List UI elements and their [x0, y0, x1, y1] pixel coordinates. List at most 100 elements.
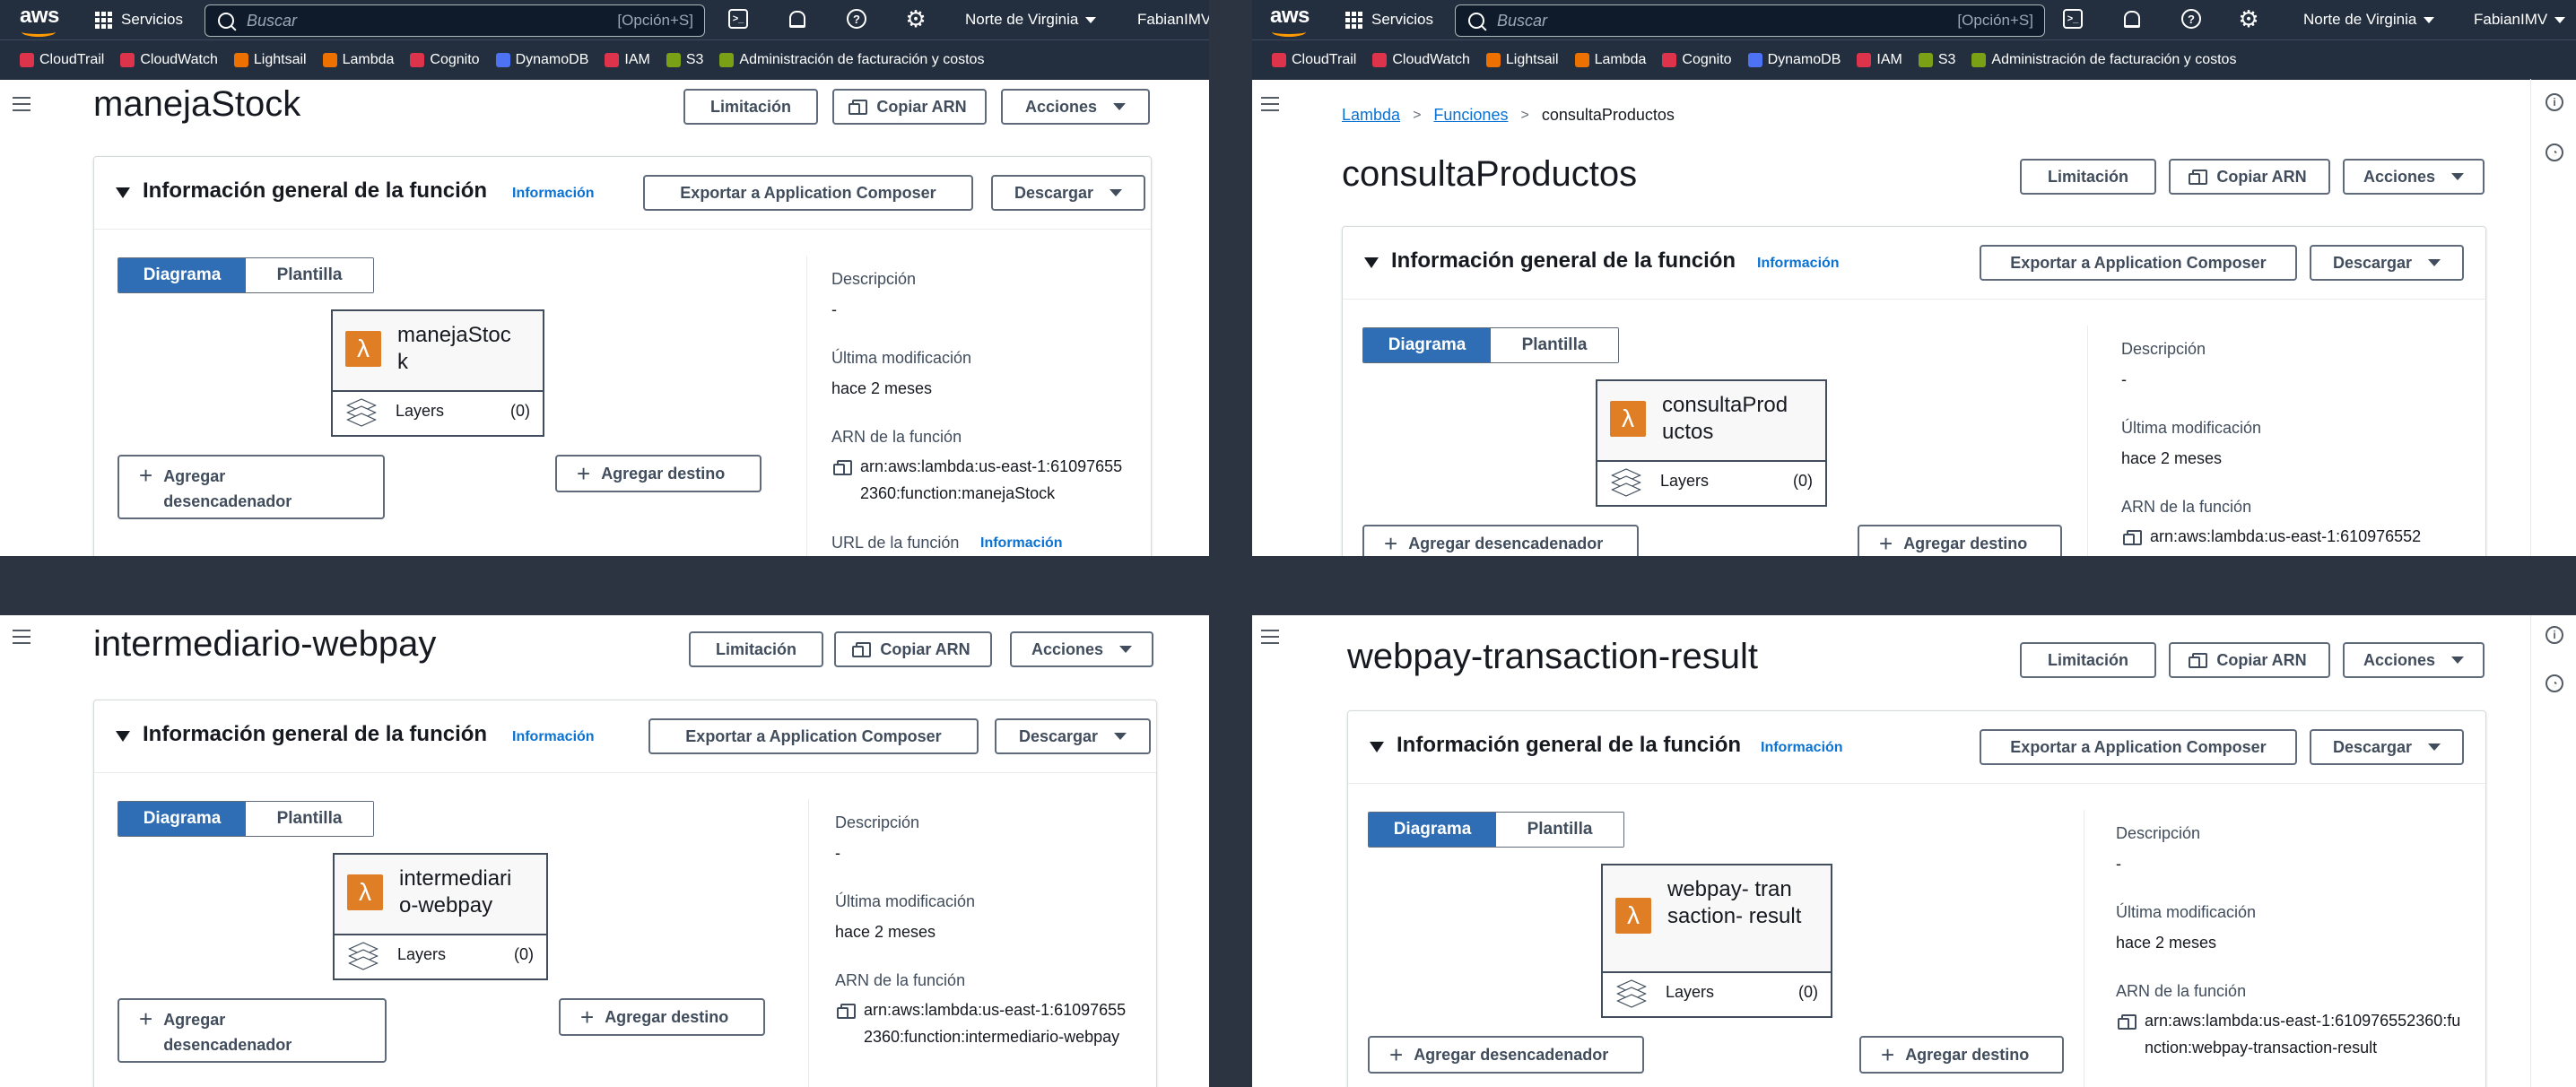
function-node[interactable]: λ intermediari o-webpay Layers (0)	[333, 853, 548, 980]
fav-s3[interactable]: S3	[666, 52, 703, 68]
tab-template[interactable]: Plantilla	[246, 258, 373, 292]
region-selector[interactable]: Norte de Virginia	[2303, 0, 2435, 39]
services-menu[interactable]: Servicios	[95, 0, 183, 39]
fav-cloudwatch[interactable]: CloudWatch	[120, 52, 218, 68]
fav-dynamodb[interactable]: DynamoDB	[1747, 52, 1841, 68]
user-menu[interactable]: FabianIMV	[1137, 0, 1209, 39]
layers-row[interactable]: Layers (0)	[1603, 968, 1831, 1016]
fav-lambda[interactable]: Lambda	[1574, 52, 1646, 68]
export-composer-button[interactable]: Exportar a Application Composer	[643, 175, 973, 211]
layers-row[interactable]: Layers (0)	[335, 930, 546, 978]
arn-value[interactable]: arn:aws:lambda:us-east-1:610976552360:fu…	[831, 453, 1127, 507]
fav-cloudtrail[interactable]: CloudTrail	[1272, 52, 1356, 68]
collapse-icon[interactable]	[1370, 742, 1384, 752]
download-button[interactable]: Descargar	[991, 175, 1145, 211]
collapse-icon[interactable]	[116, 731, 130, 742]
download-button[interactable]: Descargar	[2310, 245, 2464, 281]
add-destination-button[interactable]: + Agregar destino	[1859, 1036, 2064, 1074]
add-trigger-button[interactable]: + Agregar desencadenador	[117, 998, 387, 1063]
fav-iam[interactable]: IAM	[1857, 52, 1902, 68]
user-menu[interactable]: FabianIMV	[2474, 0, 2566, 39]
menu-icon[interactable]	[1261, 630, 1279, 644]
menu-icon[interactable]	[13, 97, 30, 111]
export-composer-button[interactable]: Exportar a Application Composer	[648, 718, 979, 754]
fav-dynamodb[interactable]: DynamoDB	[495, 52, 588, 68]
fav-cognito[interactable]: Cognito	[1662, 52, 1732, 68]
function-node[interactable]: λ manejaStoc k Layers (0)	[331, 309, 544, 437]
collapse-icon[interactable]	[116, 187, 130, 198]
breadcrumb-lambda[interactable]: Lambda	[1342, 106, 1400, 125]
copy-arn-button[interactable]: Copiar ARN	[834, 631, 992, 667]
fav-billing[interactable]: Administración de facturación y costos	[719, 52, 984, 68]
fav-cloudwatch[interactable]: CloudWatch	[1372, 52, 1470, 68]
collapse-icon[interactable]	[1364, 257, 1379, 268]
fav-iam[interactable]: IAM	[605, 52, 650, 68]
tab-template[interactable]: Plantilla	[246, 802, 373, 836]
info-link[interactable]: Información	[1761, 740, 1843, 756]
cloudshell-icon[interactable]: >_	[728, 9, 748, 29]
region-selector[interactable]: Norte de Virginia	[965, 0, 1097, 39]
export-composer-button[interactable]: Exportar a Application Composer	[1980, 729, 2297, 765]
add-trigger-button[interactable]: + Agregar desencadenador	[1362, 525, 1639, 556]
download-button[interactable]: Descargar	[2310, 729, 2464, 765]
copy-icon[interactable]	[2123, 530, 2142, 545]
download-button[interactable]: Descargar	[995, 718, 1151, 754]
aws-logo[interactable]: aws	[1270, 4, 1310, 37]
copy-icon[interactable]	[2118, 1014, 2137, 1030]
fav-cognito[interactable]: Cognito	[410, 52, 480, 68]
info-link[interactable]: Información	[980, 535, 1063, 552]
add-destination-button[interactable]: + Agregar destino	[1858, 525, 2062, 556]
help-icon[interactable]: ?	[2181, 9, 2201, 29]
fav-s3[interactable]: S3	[1918, 52, 1955, 68]
menu-icon[interactable]	[1261, 97, 1279, 111]
function-node[interactable]: λ consultaProd uctos Layers (0)	[1596, 379, 1827, 507]
fav-lambda[interactable]: Lambda	[322, 52, 394, 68]
tab-diagram[interactable]: Diagrama	[1369, 813, 1496, 847]
clock-icon[interactable]: ◔	[2546, 674, 2563, 692]
actions-button[interactable]: Acciones	[1010, 631, 1153, 667]
limit-button[interactable]: Limitación	[683, 89, 818, 125]
help-icon[interactable]: ?	[847, 9, 866, 29]
actions-button[interactable]: Acciones	[2343, 159, 2485, 195]
arn-value[interactable]: arn:aws:lambda:us-east-1:610976552360:fu…	[835, 996, 1131, 1050]
menu-icon[interactable]	[13, 630, 30, 644]
layers-row[interactable]: Layers (0)	[1597, 457, 1825, 505]
limit-button[interactable]: Limitación	[689, 631, 823, 667]
fav-lightsail[interactable]: Lightsail	[233, 52, 307, 68]
tab-template[interactable]: Plantilla	[1491, 328, 1618, 362]
fav-lightsail[interactable]: Lightsail	[1485, 52, 1559, 68]
info-icon[interactable]: i	[2546, 93, 2563, 111]
copy-arn-button[interactable]: Copiar ARN	[2169, 159, 2330, 195]
layers-row[interactable]: Layers (0)	[333, 387, 543, 435]
add-destination-button[interactable]: + Agregar destino	[555, 455, 761, 492]
cloudshell-icon[interactable]: >_	[2063, 9, 2083, 29]
breadcrumb-functions[interactable]: Funciones	[1433, 106, 1508, 125]
limit-button[interactable]: Limitación	[2020, 642, 2156, 678]
services-menu[interactable]: Servicios	[1345, 0, 1433, 39]
gear-icon[interactable]: ⚙	[905, 7, 926, 30]
tab-diagram[interactable]: Diagrama	[118, 802, 246, 836]
limit-button[interactable]: Limitación	[2020, 159, 2156, 195]
gear-icon[interactable]: ⚙	[2238, 7, 2258, 30]
copy-arn-button[interactable]: Copiar ARN	[2169, 642, 2330, 678]
bell-icon[interactable]	[788, 9, 807, 29]
copy-arn-button[interactable]: Copiar ARN	[832, 89, 987, 125]
add-trigger-button[interactable]: + Agregar desencadenador	[1368, 1036, 1644, 1074]
clock-icon[interactable]: ◔	[2546, 143, 2563, 161]
bell-icon[interactable]	[2122, 9, 2142, 29]
aws-logo[interactable]: aws	[20, 4, 59, 37]
fav-cloudtrail[interactable]: CloudTrail	[20, 52, 104, 68]
tab-template[interactable]: Plantilla	[1496, 813, 1623, 847]
function-node[interactable]: λ webpay- transaction- result Layers (0)	[1601, 864, 1832, 1018]
export-composer-button[interactable]: Exportar a Application Composer	[1980, 245, 2297, 281]
search-input[interactable]: Buscar [Opción+S]	[1455, 4, 2045, 37]
tab-diagram[interactable]: Diagrama	[118, 258, 246, 292]
copy-icon[interactable]	[837, 1004, 856, 1019]
info-link[interactable]: Información	[1757, 256, 1840, 272]
arn-value[interactable]: arn:aws:lambda:us-east-1:610976552360:fu…	[2116, 1007, 2466, 1061]
arn-value[interactable]: arn:aws:lambda:us-east-1:610976552	[2121, 523, 2462, 550]
tab-diagram[interactable]: Diagrama	[1363, 328, 1491, 362]
actions-button[interactable]: Acciones	[1001, 89, 1150, 125]
search-input[interactable]: Buscar [Opción+S]	[205, 4, 705, 37]
add-destination-button[interactable]: + Agregar destino	[559, 998, 765, 1036]
